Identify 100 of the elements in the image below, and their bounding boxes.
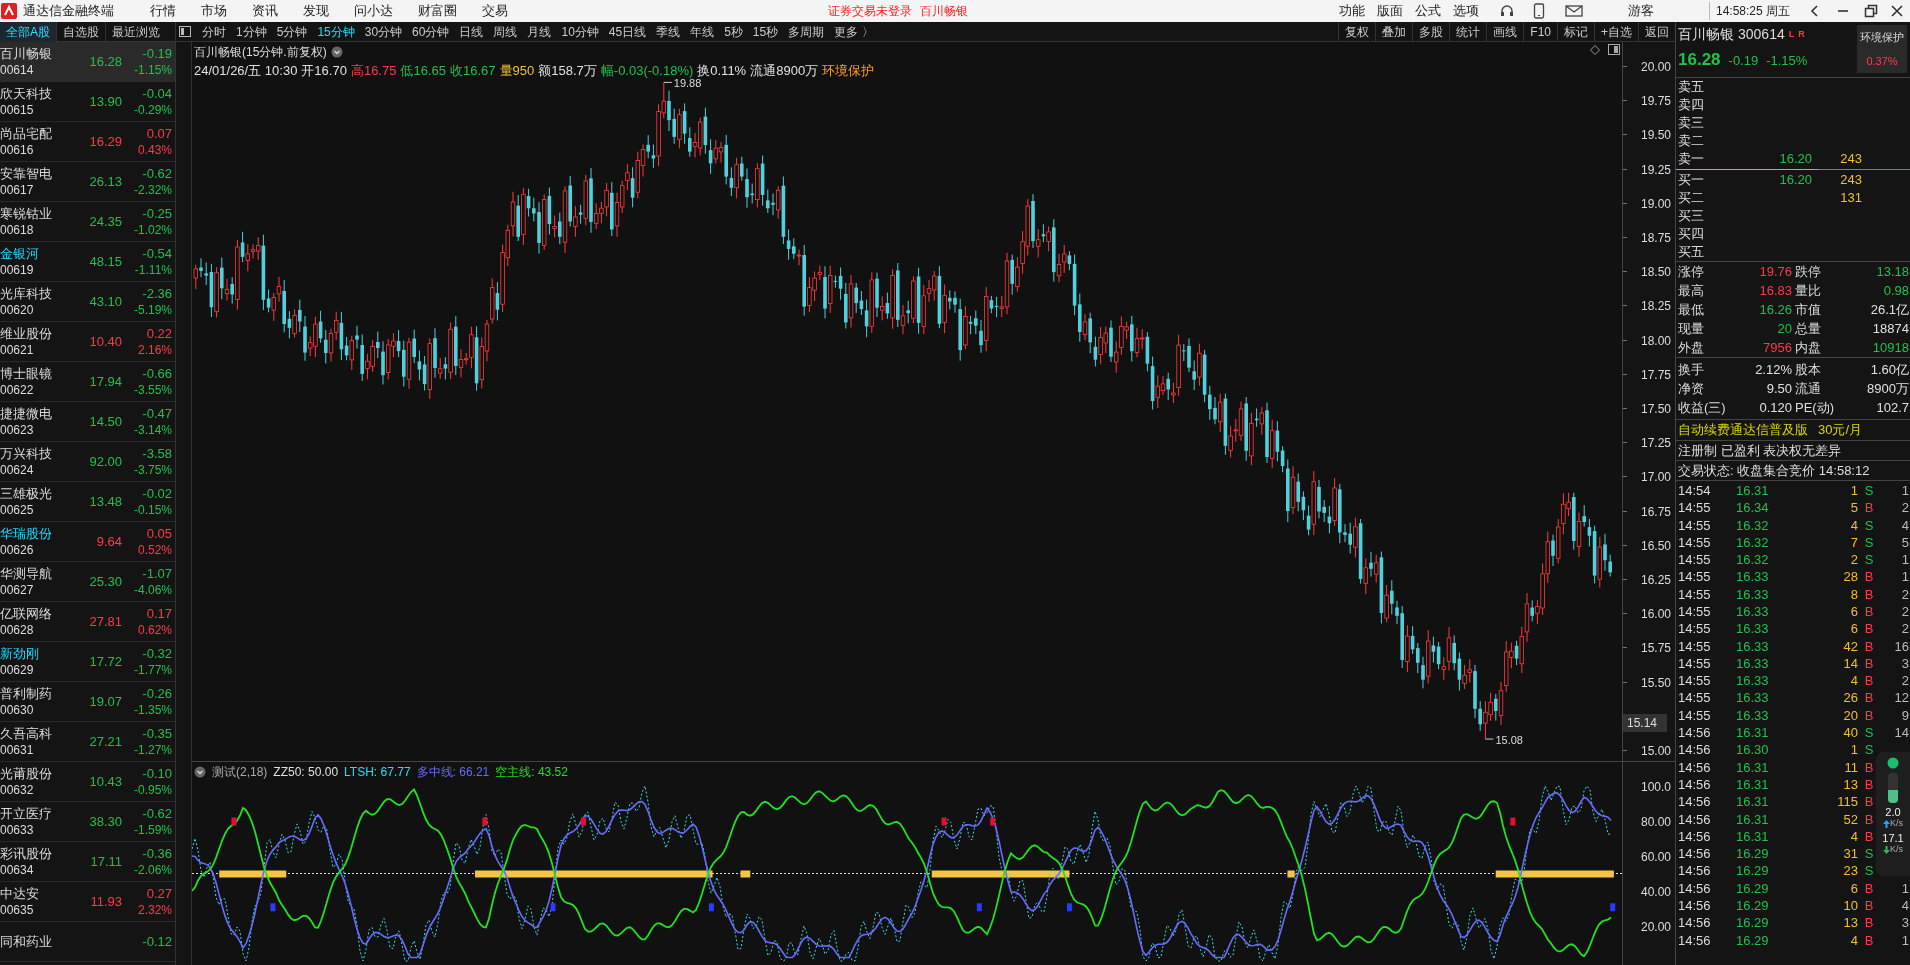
stock-code: 00627 [0,582,35,598]
trade-count: 14 [1894,724,1909,743]
stock-price: 13.90 [89,92,122,111]
period-tab[interactable]: 月线 [522,22,557,41]
toolbar-button[interactable]: +自选 [1594,21,1638,42]
period-tab[interactable]: 10分钟 [556,22,604,41]
trade-side: B [1864,672,1874,691]
trade-time: 14:56 [1677,879,1712,898]
stock-row[interactable]: 中达安 00635 11.93 0.27 2.32% [0,882,175,922]
menu-item[interactable]: 发现 [303,1,329,21]
order-level-label: 卖三 [1677,114,1705,133]
toolbar-button[interactable]: F10 [1523,21,1557,42]
period-tab[interactable]: 60分钟 [407,22,455,41]
period-tab[interactable]: 5秒 [719,22,748,41]
stock-code: 00616 [0,142,35,158]
login-notice[interactable]: 证券交易未登录 [828,2,912,20]
price-change: -0.19 [1728,52,1759,70]
dropdown-icon[interactable] [330,46,343,58]
order-price: 16.20 [1779,171,1812,190]
user-label[interactable]: 游客 [1627,1,1654,21]
list-tab[interactable]: 全部A股 [0,22,56,42]
price-axis-label: 16.75 [1640,503,1671,521]
high-price-label: 19.88 [673,77,702,92]
menu-item[interactable]: 市场 [201,1,227,21]
menu-item[interactable]: 选项 [1452,1,1479,21]
menu-item[interactable]: 行情 [150,1,176,21]
stock-row[interactable]: 同和药业 -0.12 [0,922,175,962]
period-tab[interactable]: 日线 [454,22,489,41]
menu-item[interactable]: 功能 [1338,1,1365,21]
order-level-label: 卖四 [1677,96,1705,115]
trade-side: B [1864,775,1874,794]
stock-row[interactable]: 维业股份 00621 10.40 0.22 2.16% [0,322,175,362]
menu-item[interactable]: 财富圈 [418,1,457,21]
stock-code: 00630 [0,702,35,718]
period-tab[interactable]: 多周期 [783,22,830,41]
sector-badge[interactable]: 环境保护 0.37% [1857,25,1907,73]
trade-count: 3 [1901,914,1909,933]
trade-time: 14:56 [1677,775,1712,794]
trade-time: 14:55 [1677,568,1712,587]
stock-row[interactable]: 亿联网络 00628 27.81 0.17 0.62% [0,602,175,642]
period-tab[interactable]: 年线 [685,22,720,41]
period-tab[interactable]: 季线 [651,22,686,41]
percent-change: -1.15% [133,62,172,78]
stat-label: 总量 [1795,319,1821,338]
price-change: -0.12 [142,933,172,950]
stock-tag: L [1788,27,1795,42]
stock-price: 10.40 [89,332,122,351]
period-tab[interactable]: 周线 [488,22,523,41]
order-level-label: 买二 [1677,189,1705,208]
quote-info: 收16.67 [450,62,496,80]
percent-change: 0.62% [137,622,172,638]
stock-name: 安靠智电 [0,165,53,182]
signal-bar [1287,870,1295,878]
period-tab[interactable]: 更多 〉 [829,22,879,41]
menu-item[interactable]: 问小达 [354,1,393,21]
period-tab[interactable]: 分时 [197,22,231,41]
dropdown-icon[interactable] [194,766,206,778]
trade-count: 1 [1901,551,1909,570]
toolbar-button[interactable]: 标记 [1557,21,1594,42]
toolbar-button[interactable]: 复权 [1338,21,1376,42]
menu-item[interactable]: 交易 [482,1,508,21]
restore-icon[interactable] [1864,4,1878,18]
stock-price: 9.64 [96,532,122,551]
stock-code: 00633 [0,822,35,838]
network-monitor-widget[interactable]: 2.0 K/s 17.1 K/s [1876,752,1910,876]
toolbar-button[interactable]: 叠加 [1375,21,1413,42]
trade-count: 9 [1901,706,1909,725]
quote-info: 低16.65 [400,62,446,80]
chart-title: 百川畅银(15分钟.前复权) [194,44,327,61]
panel-toggle-icon[interactable] [179,26,191,37]
menu-item[interactable]: 资讯 [252,1,278,21]
toolbar-button[interactable]: 画线 [1486,21,1524,42]
period-tab[interactable]: 1分钟 [231,22,272,41]
toolbar-button[interactable]: 多股 [1412,21,1450,42]
mail-icon[interactable] [1564,4,1583,18]
period-tab[interactable]: 5分钟 [271,22,313,41]
headset-icon[interactable] [1498,3,1515,19]
close-icon[interactable] [1890,4,1904,18]
menu-item[interactable]: 版面 [1376,1,1403,21]
price-change: -0.35 [142,725,172,742]
period-tab[interactable]: 30分钟 [359,22,408,41]
percent-change: -1.15% [1766,52,1808,70]
menu-item[interactable]: 公式 [1414,1,1441,21]
period-tab[interactable]: 15分钟 [312,22,360,41]
trade-side: B [1864,706,1874,725]
panel-icon[interactable] [1608,44,1620,55]
period-tab[interactable]: 15秒 [747,22,784,41]
stat-value: 9.50 [1766,379,1792,398]
period-tab[interactable]: 45日线 [603,22,652,41]
phone-icon[interactable] [1532,3,1545,19]
trade-volume: 40 [1843,724,1858,743]
trade-count: 2 [1901,603,1909,621]
trade-side: B [1864,897,1874,916]
stock-row[interactable]: 尚品宅配 00616 16.29 0.07 0.43% [0,122,175,162]
stock-row[interactable]: 华瑞股份 00626 9.64 0.05 0.52% [0,522,175,562]
diamond-icon[interactable] [1590,44,1600,55]
trade-volume: 5 [1850,499,1858,518]
trade-side: S [1864,533,1874,552]
price-axis-label: 18.25 [1640,298,1671,316]
toolbar-button[interactable]: 统计 [1449,21,1487,42]
